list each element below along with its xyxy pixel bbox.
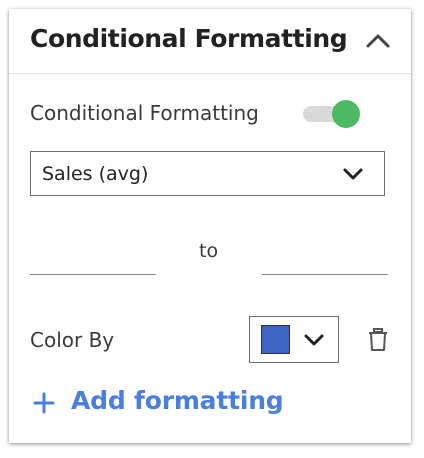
range-separator-label: to <box>199 240 219 262</box>
trash-icon[interactable] <box>367 327 389 353</box>
plus-icon <box>33 392 55 414</box>
toggle-knob <box>332 100 360 128</box>
conditional-formatting-panel: Conditional Formatting Conditional Forma… <box>9 9 411 443</box>
add-formatting-label: Add formatting <box>71 386 284 415</box>
field-select[interactable]: Sales (avg) <box>30 151 385 196</box>
chevron-down-icon <box>302 331 326 349</box>
color-swatch <box>261 325 290 354</box>
color-picker-dropdown[interactable] <box>249 316 339 363</box>
color-by-label: Color By <box>30 328 115 352</box>
panel-title: Conditional Formatting <box>30 24 348 53</box>
chevron-up-icon[interactable] <box>363 29 393 51</box>
range-max-input[interactable] <box>262 247 388 275</box>
field-select-value: Sales (avg) <box>42 163 149 185</box>
range-min-input[interactable] <box>30 247 156 275</box>
toggle-label: Conditional Formatting <box>30 101 259 125</box>
conditional-formatting-toggle[interactable] <box>301 99 361 129</box>
panel-header[interactable]: Conditional Formatting <box>9 9 411 74</box>
chevron-down-icon <box>341 165 365 183</box>
